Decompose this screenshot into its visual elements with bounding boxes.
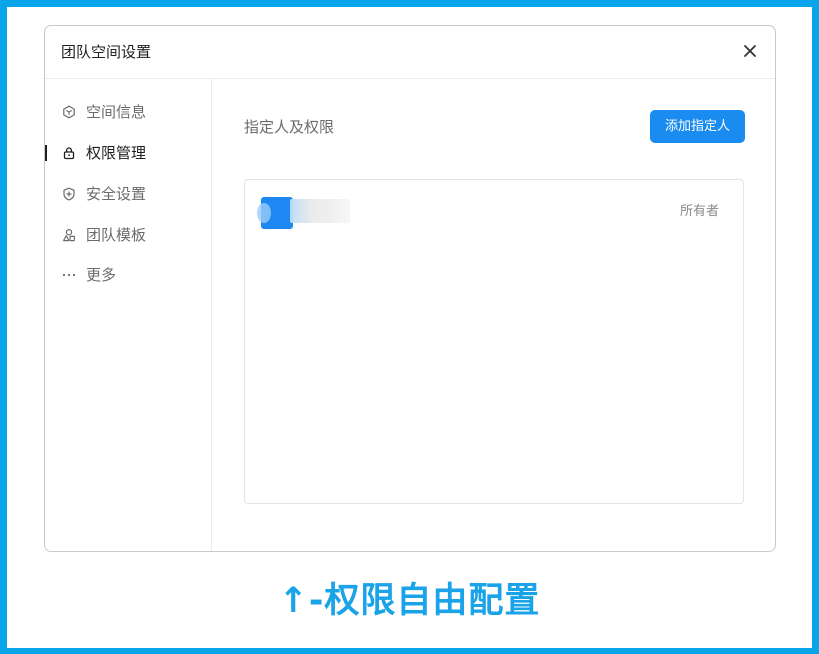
- close-button[interactable]: [739, 40, 761, 62]
- sidebar-item-label: 更多: [86, 266, 117, 284]
- lock-icon: [62, 146, 76, 160]
- sidebar-item-label: 团队模板: [86, 226, 147, 244]
- space-info-icon: [62, 105, 76, 119]
- permission-content: 指定人及权限 添加指定人 所有者: [212, 79, 775, 551]
- member-list: 所有者: [244, 179, 744, 504]
- section-title: 指定人及权限: [244, 118, 335, 136]
- sidebar-item-label: 空间信息: [86, 103, 147, 121]
- sidebar-item-space-info[interactable]: 空间信息: [45, 98, 211, 126]
- more-dots-icon: [62, 268, 76, 282]
- template-icon: [62, 228, 76, 242]
- caption-text: ↑-权限自由配置: [278, 581, 541, 621]
- shield-plus-icon: [62, 187, 76, 201]
- sidebar-item-security-settings[interactable]: 安全设置: [45, 180, 211, 208]
- dialog-header: 团队空间设置: [45, 26, 775, 79]
- avatar: [257, 197, 293, 229]
- sidebar-item-permission-management[interactable]: 权限管理: [45, 139, 211, 167]
- sidebar-item-more[interactable]: 更多: [45, 261, 211, 289]
- sidebar-item-label: 安全设置: [86, 185, 147, 203]
- member-role: 所有者: [679, 204, 719, 219]
- sidebar-item-team-templates[interactable]: 团队模板: [45, 221, 211, 249]
- member-row[interactable]: 所有者: [245, 180, 743, 240]
- dialog-title: 团队空间设置: [61, 43, 152, 61]
- close-icon: [744, 45, 756, 57]
- avatar-blur: [257, 203, 271, 223]
- team-space-settings-dialog: 团队空间设置 空间信息 权限管理 安全设置 团队模板 更多 指定人及权限 添加指…: [44, 25, 776, 552]
- settings-sidebar: 空间信息 权限管理 安全设置 团队模板 更多: [45, 79, 212, 551]
- member-name-blurred: [290, 199, 350, 223]
- add-assignee-button[interactable]: 添加指定人: [650, 110, 745, 143]
- sidebar-item-label: 权限管理: [86, 144, 147, 162]
